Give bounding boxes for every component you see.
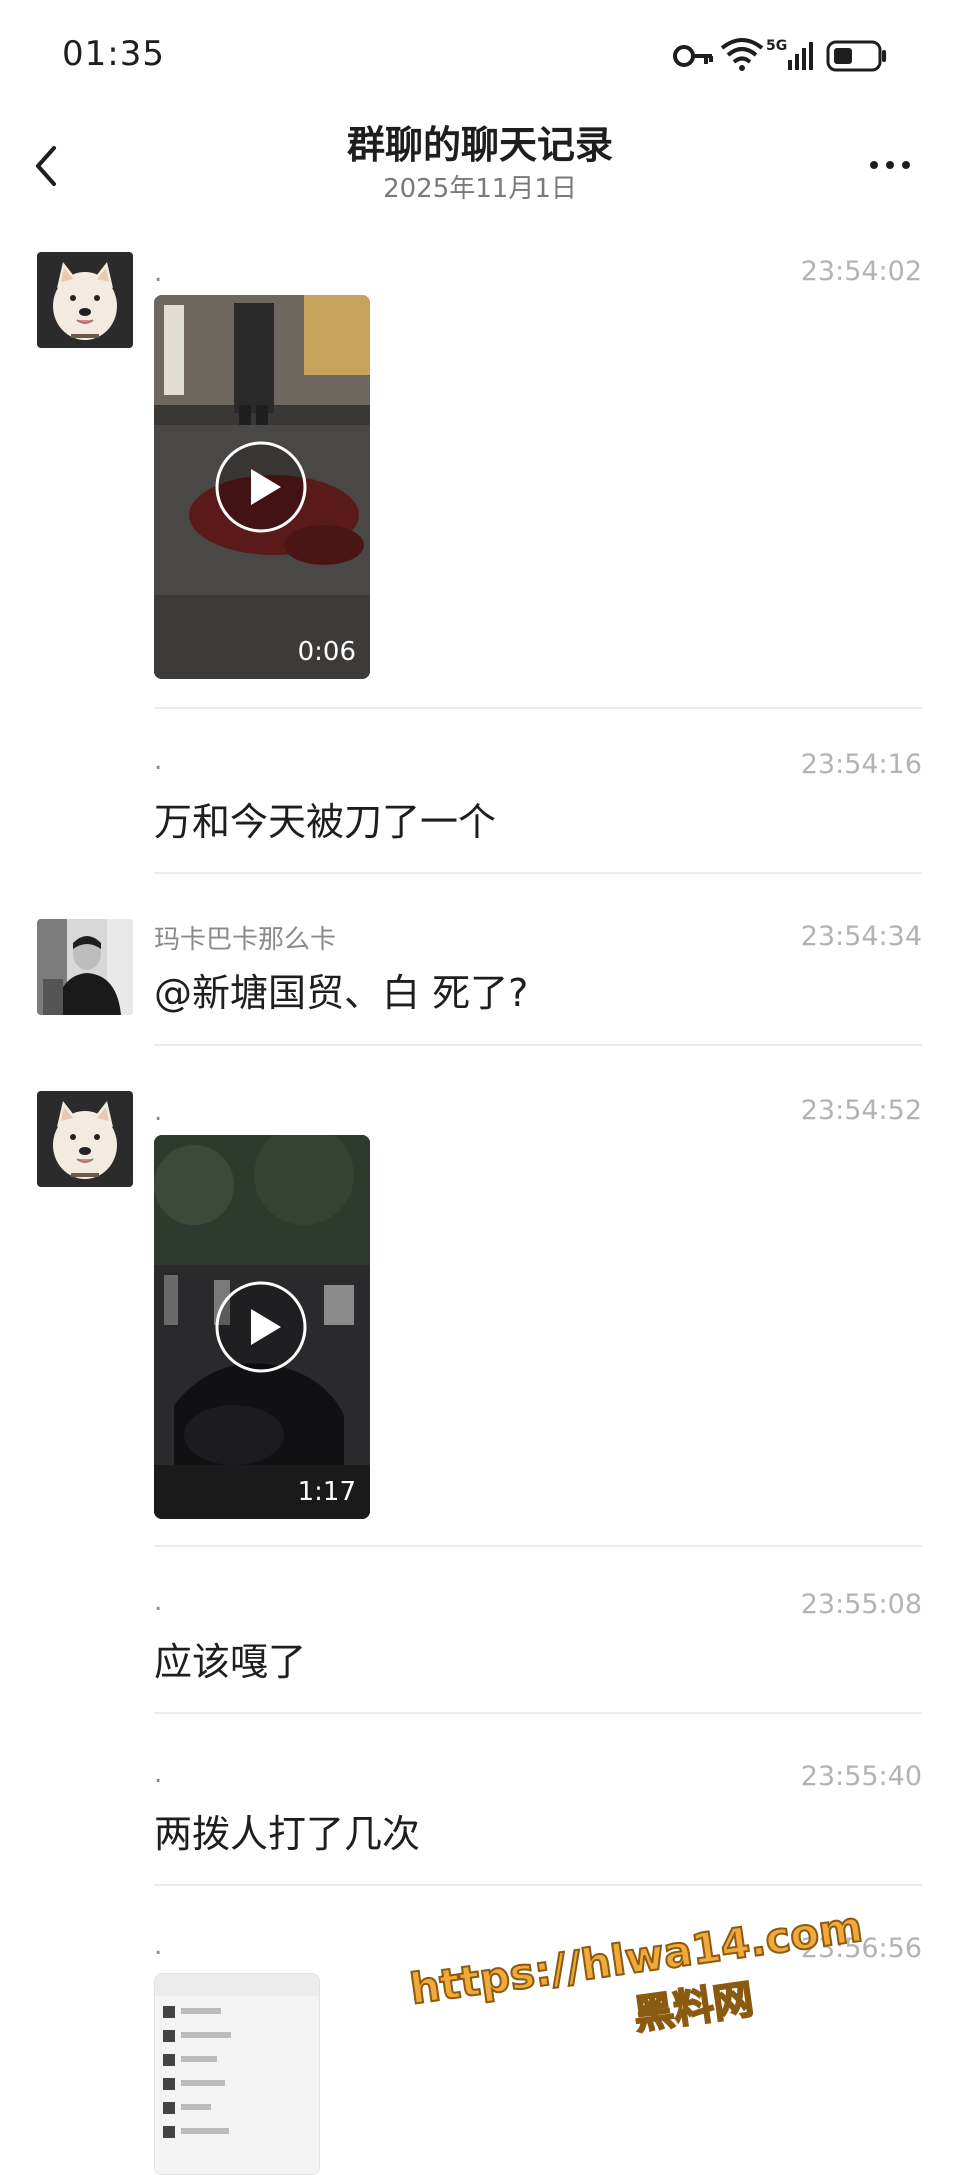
message-text: 应该嘎了 <box>154 1640 307 1684</box>
message-time: 23:55:40 <box>800 1761 922 1792</box>
sender-name: 玛卡巴卡那么卡 <box>154 925 337 955</box>
sender-name: . <box>154 746 163 776</box>
divider <box>154 872 922 874</box>
divider <box>154 1044 922 1046</box>
status-bar: 01:35 5G <box>0 0 960 110</box>
video-duration: 0:06 <box>297 637 356 667</box>
sender-name: . <box>154 1097 163 1127</box>
dog-avatar[interactable] <box>37 252 133 348</box>
message-time: 23:54:34 <box>800 921 922 952</box>
watermark-name: 黑料网 <box>631 1977 756 2039</box>
page-title: 群聊的聊天记录 <box>346 123 613 167</box>
sender-name: . <box>154 1587 163 1617</box>
battery-icon <box>826 40 886 72</box>
message-time: 23:56:56 <box>800 1933 922 1964</box>
divider <box>154 707 922 709</box>
video-duration: 1:17 <box>297 1477 356 1507</box>
divider <box>154 1545 922 1547</box>
page-date: 2025年11月1日 <box>383 174 577 204</box>
status-time: 01:35 <box>62 34 165 74</box>
message-text: 万和今天被刀了一个 <box>154 800 497 844</box>
video-thumbnail[interactable]: 0:06 <box>154 295 370 679</box>
status-icons: 5G <box>673 38 886 72</box>
screenshot-preview <box>155 1974 319 2174</box>
message-time: 23:54:52 <box>800 1095 922 1126</box>
signal-icon: 5G <box>766 38 813 70</box>
watermark-url: https://hlwa14.com <box>407 1910 865 2014</box>
message-text: 两拨人打了几次 <box>154 1812 421 1856</box>
video-thumbnail[interactable]: 1:17 <box>154 1135 370 1519</box>
sender-name: . <box>154 1759 163 1789</box>
play-icon[interactable] <box>213 1279 309 1375</box>
dog-avatar[interactable] <box>37 1091 133 1187</box>
message-time: 23:55:08 <box>800 1589 922 1620</box>
divider <box>154 1712 922 1714</box>
divider <box>154 1884 922 1886</box>
key-icon <box>673 45 713 67</box>
more-options-icon[interactable] <box>860 140 920 190</box>
message-time: 23:54:16 <box>800 749 922 780</box>
man-avatar[interactable] <box>37 919 133 1015</box>
message-time: 23:54:02 <box>800 256 922 287</box>
message-text: @新塘国贸、白 死了? <box>154 971 529 1015</box>
sender-name: . <box>154 258 163 288</box>
wifi-icon <box>720 38 764 71</box>
sender-name: . <box>154 1931 163 1961</box>
play-icon[interactable] <box>213 439 309 535</box>
header-bar: 群聊的聊天记录 2025年11月1日 <box>0 110 960 230</box>
svg-text:5G: 5G <box>766 38 787 54</box>
